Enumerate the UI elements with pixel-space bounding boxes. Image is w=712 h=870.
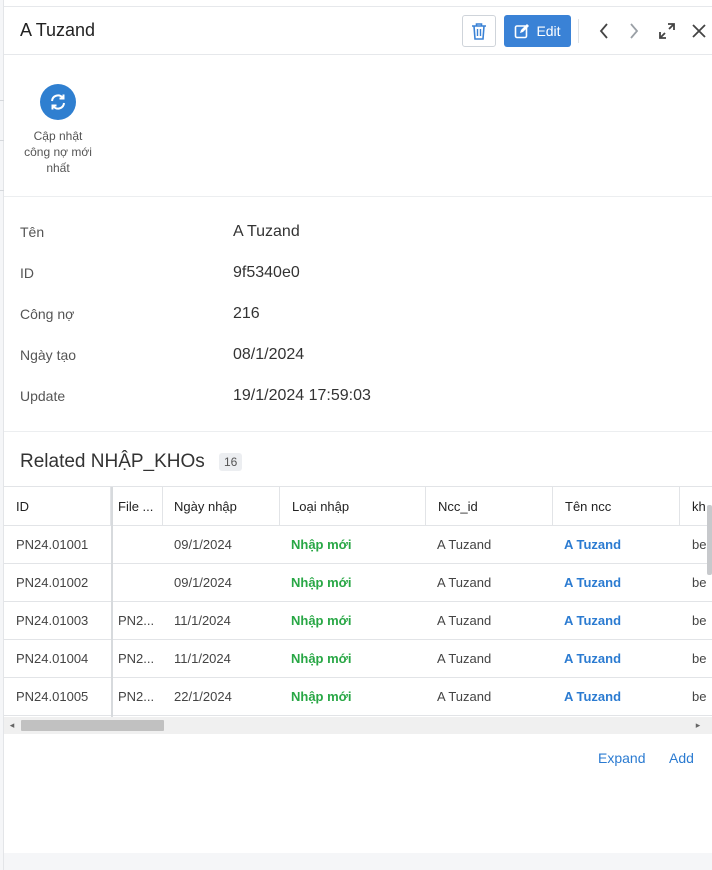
cell-file: PN2... bbox=[118, 651, 155, 666]
table-horizontal-scrollbar[interactable]: ◂ ▸ bbox=[4, 717, 712, 734]
cell-extra: be bbox=[692, 613, 707, 628]
cell-date: 09/1/2024 bbox=[174, 537, 232, 552]
cell-id: PN24.01003 bbox=[16, 613, 89, 628]
scroll-right-arrow-icon[interactable]: ▸ bbox=[692, 717, 704, 734]
cell-file: PN2... bbox=[118, 613, 155, 628]
column-header[interactable]: Tên ncc bbox=[553, 487, 680, 525]
cell-extra: be bbox=[692, 651, 707, 666]
cell-type: Nhập mới bbox=[291, 613, 352, 628]
column-header[interactable]: ID bbox=[4, 487, 111, 525]
previous-button[interactable] bbox=[592, 19, 616, 43]
cell-file bbox=[113, 526, 163, 563]
cell-id: PN24.01005 bbox=[16, 689, 89, 704]
related-section-title: Related NHẬP_KHOs bbox=[20, 451, 205, 472]
detail-row-id: ID 9f5340e0 bbox=[4, 239, 712, 281]
cell-ncc-name-link[interactable]: A Tuzand bbox=[553, 602, 680, 639]
cell-date: 11/1/2024 bbox=[174, 651, 231, 666]
cell-type: Nhập mới bbox=[291, 575, 352, 590]
expand-view-button[interactable] bbox=[655, 19, 679, 43]
scroll-left-arrow-icon[interactable]: ◂ bbox=[6, 717, 18, 734]
column-header[interactable]: Loại nhập bbox=[280, 487, 426, 525]
cell-type: Nhập mới bbox=[291, 689, 352, 704]
detail-panel: A Tuzand Edit Cập nhật công nợ mới nhất … bbox=[4, 0, 712, 870]
edit-icon bbox=[515, 24, 530, 39]
cell-extra: be bbox=[692, 689, 707, 704]
cell-type: Nhập mới bbox=[291, 651, 352, 666]
cell-ncc-id: A Tuzand bbox=[437, 575, 492, 590]
cell-ncc-id: A Tuzand bbox=[437, 689, 492, 704]
field-label: Tên bbox=[20, 224, 45, 240]
next-button[interactable] bbox=[622, 19, 646, 43]
field-label: Ngày tạo bbox=[20, 347, 77, 363]
panel-header: A Tuzand Edit bbox=[4, 7, 712, 55]
cell-date: 11/1/2024 bbox=[174, 613, 231, 628]
cell-id: PN24.01001 bbox=[16, 537, 89, 552]
trash-icon bbox=[472, 23, 486, 40]
cell-date: 09/1/2024 bbox=[174, 575, 232, 590]
refresh-icon bbox=[51, 94, 65, 110]
delete-button[interactable] bbox=[462, 15, 496, 47]
related-table: ID File ... Ngày nhập Loại nhập Ncc_id T… bbox=[4, 486, 712, 718]
cell-ncc-id: A Tuzand bbox=[437, 613, 492, 628]
column-header[interactable]: Ncc_id bbox=[426, 487, 553, 525]
cell-ncc-name-link[interactable]: A Tuzand bbox=[553, 526, 680, 563]
chevron-right-icon bbox=[630, 23, 639, 39]
action-icon-wrapper bbox=[40, 84, 76, 120]
field-value: 19/1/2024 17:59:03 bbox=[233, 387, 371, 404]
field-label: Công nợ bbox=[20, 306, 75, 322]
update-debt-label: Cập nhật công nợ mới nhất bbox=[24, 129, 92, 175]
field-label: ID bbox=[20, 265, 34, 281]
cell-ncc-name-link[interactable]: A Tuzand bbox=[553, 564, 680, 601]
detail-row-update: Update 19/1/2024 17:59:03 bbox=[4, 362, 712, 404]
cell-file bbox=[113, 564, 163, 601]
actions-bar: Cập nhật công nợ mới nhất bbox=[4, 56, 712, 197]
detail-fields: Tên A Tuzand ID 9f5340e0 Công nợ 216 Ngà… bbox=[4, 198, 712, 432]
column-header[interactable]: File ... bbox=[113, 487, 163, 525]
cell-id: PN24.01002 bbox=[16, 575, 89, 590]
cell-ncc-id: A Tuzand bbox=[437, 651, 492, 666]
expand-icon bbox=[659, 23, 675, 39]
add-button[interactable]: Add bbox=[669, 750, 694, 766]
cell-date: 22/1/2024 bbox=[174, 689, 232, 704]
cell-ncc-name-link[interactable]: A Tuzand bbox=[553, 678, 680, 715]
cell-id: PN24.01004 bbox=[16, 651, 89, 666]
detail-row-name: Tên A Tuzand bbox=[4, 198, 712, 240]
cell-file: PN2... bbox=[118, 689, 155, 704]
table-vertical-scrollbar[interactable] bbox=[707, 505, 712, 575]
frozen-column-divider bbox=[111, 487, 113, 718]
detail-row-debt: Công nợ 216 bbox=[4, 280, 712, 322]
detail-row-created: Ngày tạo 08/1/2024 bbox=[4, 321, 712, 363]
expand-button[interactable]: Expand bbox=[598, 750, 645, 766]
edit-button[interactable]: Edit bbox=[504, 15, 571, 47]
page-title: A Tuzand bbox=[20, 20, 96, 40]
chevron-left-icon bbox=[599, 23, 608, 39]
field-label: Update bbox=[20, 388, 66, 404]
cell-ncc-id: A Tuzand bbox=[437, 537, 492, 552]
column-header[interactable]: Ngày nhập bbox=[163, 487, 280, 525]
close-icon bbox=[692, 24, 706, 38]
scrollbar-thumb[interactable] bbox=[21, 720, 164, 731]
close-button[interactable] bbox=[687, 19, 711, 43]
cell-type: Nhập mới bbox=[291, 537, 352, 552]
edit-label: Edit bbox=[536, 23, 561, 39]
update-debt-action[interactable]: Cập nhật công nợ mới nhất bbox=[20, 84, 96, 176]
bottom-bar bbox=[4, 853, 712, 870]
related-count-badge: 16 bbox=[219, 453, 243, 471]
cell-ncc-name-link[interactable]: A Tuzand bbox=[553, 640, 680, 677]
